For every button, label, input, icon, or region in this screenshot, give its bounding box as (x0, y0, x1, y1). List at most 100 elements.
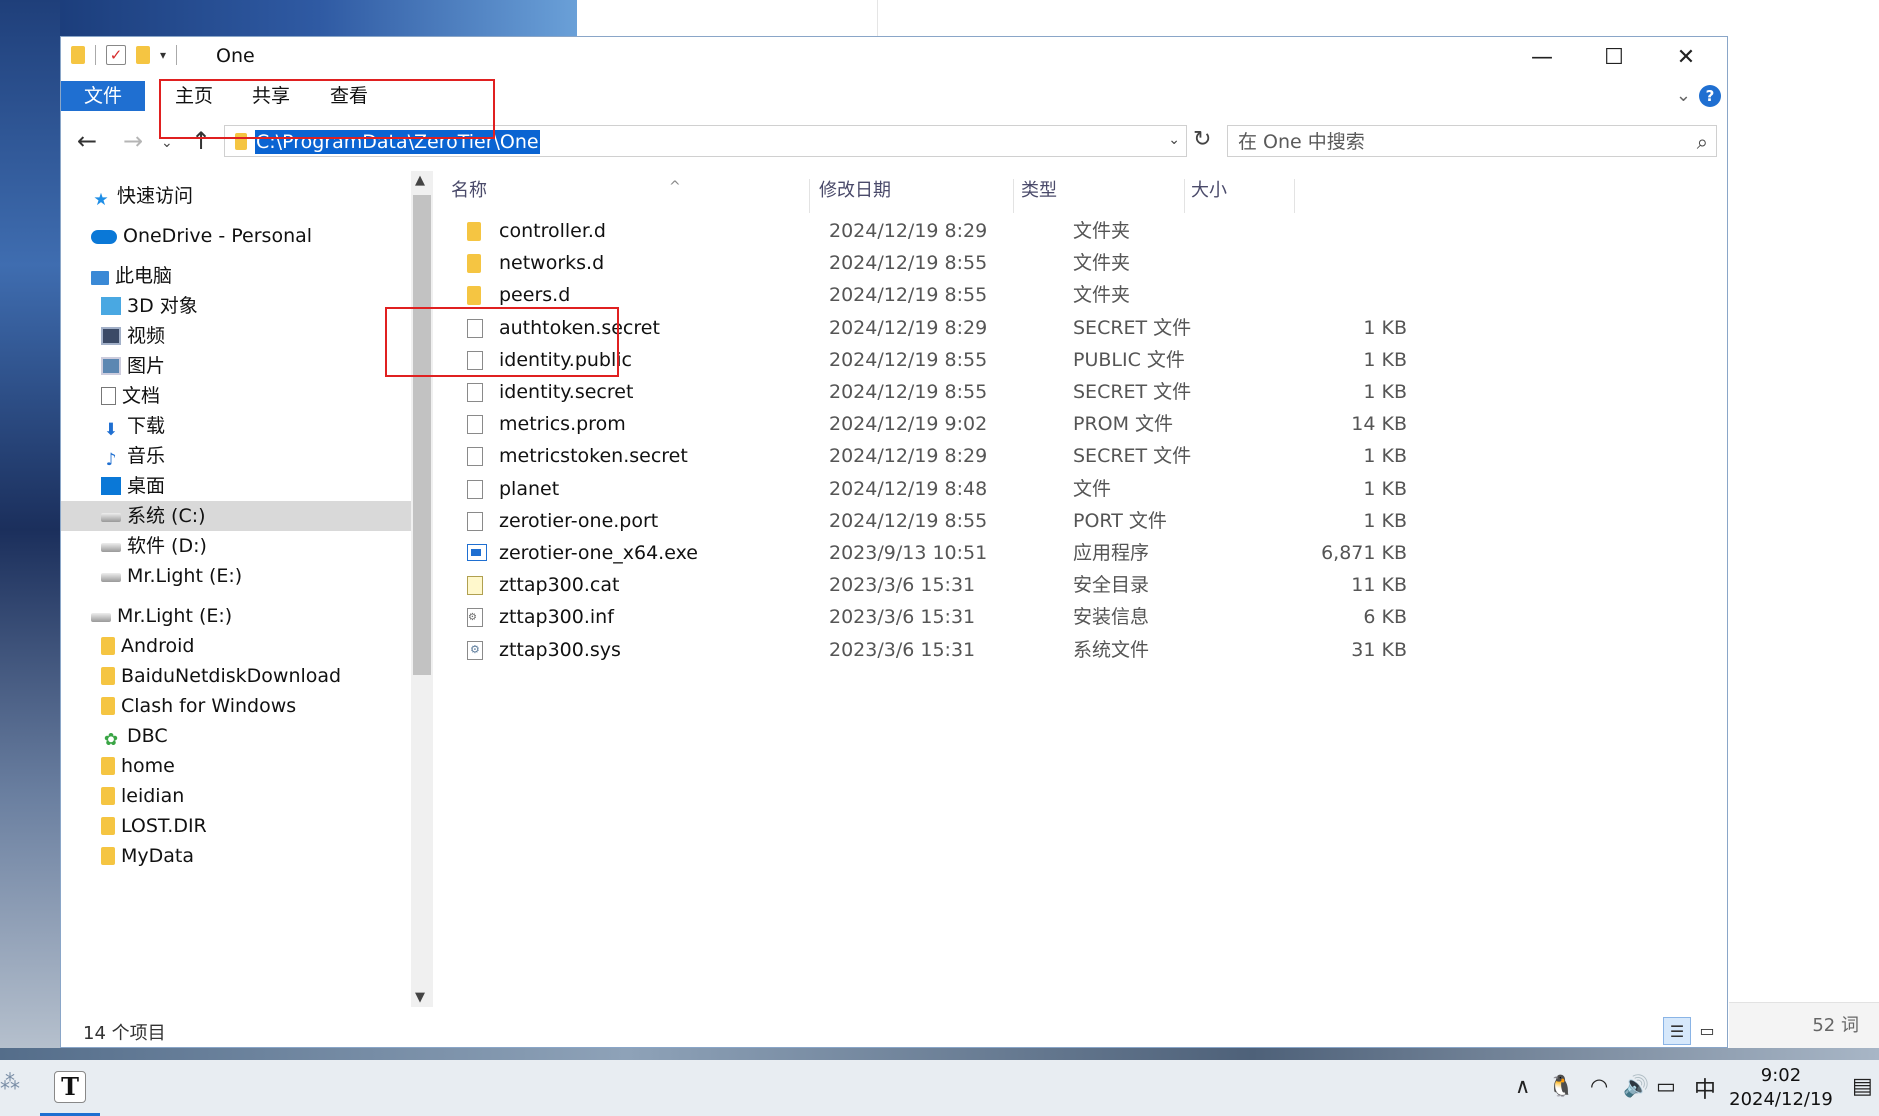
column-header-type[interactable]: 类型 (1021, 171, 1181, 211)
file-row[interactable]: zttap300.sys 2023/3/6 15:31 系统文件 31 KB (451, 634, 1491, 666)
star-icon: ★ (93, 190, 109, 210)
file-size: 1 KB (1363, 348, 1407, 371)
maximize-button[interactable]: ☐ (1579, 37, 1649, 77)
volume-icon[interactable]: 🔊 (1623, 1074, 1649, 1099)
nav-item-folder-baidu[interactable]: BaiduNetdiskDownload (101, 661, 341, 691)
file-size: 6,871 KB (1321, 542, 1407, 564)
nav-pane-scrollbar[interactable]: ▲ ▼ (411, 171, 433, 1007)
tab-share[interactable]: 共享 (236, 81, 306, 111)
address-bar[interactable]: C:\ProgramData\ZeroTier\One ⌄ (224, 125, 1187, 157)
tab-home[interactable]: 主页 (159, 81, 229, 111)
file-row[interactable]: identity.secret 2024/12/19 8:55 SECRET 文件 1… (451, 376, 1491, 408)
nav-item-folder-home[interactable]: home (101, 751, 175, 781)
minimize-button[interactable]: — (1507, 37, 1577, 77)
expand-ribbon-chevron-icon[interactable]: ⌄ (1676, 85, 1691, 106)
file-row[interactable]: authtoken.secret 2024/12/19 8:29 SECRET 文件… (451, 312, 1491, 344)
column-header-label: 名称 (451, 180, 487, 201)
input-method-indicator[interactable]: 中 (1694, 1072, 1716, 1104)
help-button[interactable]: ? (1699, 85, 1721, 107)
file-row[interactable]: planet 2024/12/19 8:48 文件 1 KB (451, 473, 1491, 505)
picture-icon (101, 357, 121, 375)
file-row[interactable]: zttap300.cat 2023/3/6 15:31 安全目录 11 KB (451, 569, 1491, 601)
drive-icon (101, 573, 121, 582)
show-hidden-icons-chevron-icon[interactable]: ∧ (1515, 1074, 1530, 1098)
nav-item-folder-android[interactable]: Android (101, 631, 194, 661)
exe-icon (467, 544, 487, 561)
column-header-name[interactable]: 名称 ^ (451, 171, 811, 211)
up-arrow-icon[interactable]: ↑ (191, 127, 211, 155)
file-row[interactable]: metrics.prom 2024/12/19 9:02 PROM 文件 14 KB (451, 408, 1491, 440)
file-type: 安装信息 (1073, 606, 1150, 629)
file-row[interactable]: networks.d 2024/12/19 8:55 文件夹 (451, 247, 1491, 279)
search-icon[interactable]: ⌕ (1697, 130, 1708, 154)
nav-item-drive-c[interactable]: 系统 (C:) (61, 501, 411, 531)
file-row[interactable]: zerotier-one_x64.exe 2023/9/13 10:51 应用程序 6… (451, 537, 1491, 569)
nav-item-drive-e-root[interactable]: Mr.Light (E:) (91, 601, 232, 631)
nav-item-quick-access[interactable]: ★ 快速访问 (91, 181, 193, 211)
nav-item-label: 下载 (127, 415, 166, 437)
file-row[interactable]: zerotier-one.port 2024/12/19 8:55 PORT 文件 1… (451, 505, 1491, 537)
file-row[interactable]: zttap300.inf 2023/3/6 15:31 安装信息 6 KB (451, 601, 1491, 633)
nav-item-folder-clash[interactable]: Clash for Windows (101, 691, 296, 721)
close-button[interactable]: ✕ (1651, 37, 1721, 77)
wifi-icon[interactable]: ◠ (1590, 1074, 1608, 1098)
nav-item-pictures[interactable]: 图片 (101, 351, 165, 381)
nav-item-downloads[interactable]: ⬇ 下载 (101, 411, 165, 441)
scroll-down-icon[interactable]: ▼ (415, 990, 425, 1005)
large-icons-view-icon[interactable]: ▭ (1693, 1017, 1721, 1045)
nav-item-this-pc[interactable]: 此电脑 (91, 261, 172, 291)
file-row[interactable]: metricstoken.secret 2024/12/19 8:29 SECRET… (451, 440, 1491, 472)
nav-item-folder-leidian[interactable]: leidian (101, 781, 184, 811)
qq-icon[interactable]: 🐧 (1548, 1074, 1574, 1099)
details-view-icon[interactable]: ☰ (1663, 1017, 1691, 1045)
recent-locations-chevron-icon[interactable]: ⌄ (161, 135, 173, 151)
taskbar-app-typora[interactable]: T (40, 1060, 100, 1116)
address-history-chevron-icon[interactable]: ⌄ (1168, 132, 1180, 148)
column-header-size[interactable]: 大小 (1191, 171, 1291, 211)
nav-item-folder-mydata[interactable]: MyData (101, 841, 194, 871)
back-arrow-icon[interactable]: ← (77, 127, 97, 155)
nav-item-folder-lostdir[interactable]: LOST.DIR (101, 811, 207, 841)
new-folder-icon[interactable] (136, 46, 150, 64)
nav-item-documents[interactable]: 文档 (101, 381, 160, 411)
scroll-up-icon[interactable]: ▲ (415, 173, 425, 188)
nav-item-3d-objects[interactable]: 3D 对象 (101, 291, 198, 321)
file-row[interactable]: controller.d 2024/12/19 8:29 文件夹 (451, 215, 1491, 247)
nav-item-onedrive[interactable]: OneDrive - Personal (91, 221, 312, 251)
refresh-icon[interactable]: ↻ (1193, 127, 1211, 152)
customize-toolbar-dropdown-icon[interactable]: ▾ (160, 48, 166, 62)
column-header-date[interactable]: 修改日期 (819, 171, 1009, 211)
download-icon: ⬇ (103, 420, 119, 440)
taskbar-partial-icon[interactable]: ⁂ (0, 1070, 20, 1106)
nav-item-desktop[interactable]: 桌面 (101, 471, 165, 501)
taskbar-clock[interactable]: 9:02 2024/12/19 (1726, 1064, 1836, 1112)
3d-objects-icon (101, 297, 121, 315)
file-row[interactable]: peers.d 2024/12/19 8:55 文件夹 (451, 279, 1491, 311)
nav-item-label: Clash for Windows (121, 695, 297, 717)
properties-icon[interactable]: ✓ (106, 45, 126, 65)
notification-icon[interactable]: ▤ (1852, 1074, 1873, 1099)
file-row[interactable]: identity.public 2024/12/19 8:55 PUBLIC 文件 1… (451, 344, 1491, 376)
status-bar: 14 个项目 ☰ ▭ (61, 1017, 1727, 1047)
file-size: 1 KB (1363, 509, 1407, 532)
nav-item-drive-d[interactable]: 软件 (D:) (101, 531, 207, 561)
file-list[interactable]: 名称 ^ 修改日期 类型 大小 controller.d 2024/12/19 8… (451, 171, 1721, 1007)
nav-item-label: 快速访问 (117, 185, 194, 207)
tab-view[interactable]: 查看 (314, 81, 384, 111)
file-icon (467, 447, 483, 467)
tab-file[interactable]: 文件 (61, 81, 145, 111)
forward-arrow-icon[interactable]: → (123, 127, 143, 155)
search-input[interactable]: 在 One 中搜索 ⌕ (1227, 125, 1717, 157)
file-size: 1 KB (1363, 445, 1407, 468)
nav-item-label: Mr.Light (E:) (127, 565, 243, 587)
scrollbar-thumb[interactable] (413, 195, 431, 675)
nav-item-folder-dbc[interactable]: ✿ DBC (101, 721, 168, 751)
nav-item-label: 3D 对象 (127, 295, 198, 317)
address-path[interactable]: C:\ProgramData\ZeroTier\One (255, 130, 540, 154)
nav-item-videos[interactable]: 视频 (101, 321, 165, 351)
battery-icon[interactable]: ▭ (1656, 1074, 1676, 1098)
navigation-pane[interactable]: ★ 快速访问 OneDrive - Personal 此电脑 3D 对象 视频 图… (61, 171, 411, 1007)
nav-item-drive-e[interactable]: Mr.Light (E:) (101, 561, 242, 591)
folder-icon (101, 667, 115, 685)
nav-item-music[interactable]: ♪ 音乐 (101, 441, 165, 471)
